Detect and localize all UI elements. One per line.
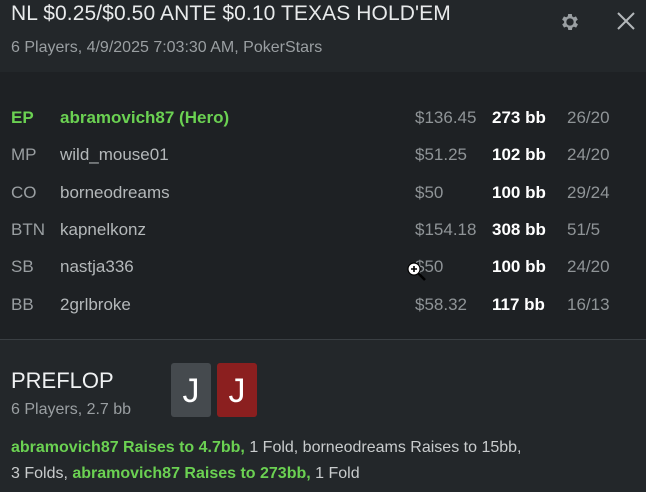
- player-row[interactable]: CO borneodreams $50 100 bb 29/24: [0, 175, 646, 212]
- player-name: 2grlbroke: [60, 294, 131, 314]
- hand-header: NL $0.25/$0.50 ANTE $0.10 TEXAS HOLD'EM …: [0, 0, 646, 72]
- hole-card-2: J: [217, 363, 257, 417]
- player-position: EP: [11, 108, 34, 127]
- player-stack-bb: 102 bb: [492, 145, 546, 165]
- player-name: kapnelkonz: [60, 219, 147, 239]
- player-row[interactable]: MP wild_mouse01 $51.25 102 bb 24/20: [0, 137, 646, 174]
- hero-action: abramovich87 Raises to 4.7bb,: [11, 439, 245, 456]
- player-position: BTN: [11, 219, 45, 239]
- player-stack: $58.32: [415, 294, 467, 314]
- player-stack: $50: [415, 182, 444, 202]
- action-text: 1 Fold, borneodreams Raises to 15bb,: [244, 439, 522, 456]
- player-row[interactable]: EP abramovich87 (Hero) $136.45 273 bb 26/20: [0, 100, 646, 137]
- hero-action: abramovich87 Raises to 273bb,: [72, 465, 311, 482]
- player-stats: 24/20: [567, 257, 610, 277]
- action-line-2: 3 Folds, abramovich87 Raises to 273bb, 1…: [11, 461, 631, 487]
- player-stack: $51.25: [415, 145, 467, 165]
- player-stats: 24/20: [567, 145, 610, 165]
- player-stats: 51/5: [567, 219, 601, 239]
- close-icon[interactable]: [614, 9, 638, 33]
- player-stack-bb: 273 bb: [492, 108, 546, 127]
- player-name: abramovich87 (Hero): [60, 108, 230, 127]
- zoom-cursor-icon: [407, 262, 426, 281]
- action-line-1: abramovich87 Raises to 4.7bb, 1 Fold, bo…: [11, 435, 631, 461]
- preflop-section: PREFLOP 6 Players, 2.7 bb J J abramovich…: [0, 340, 646, 492]
- hole-card-1: J: [171, 363, 211, 417]
- player-stats: 26/20: [567, 108, 610, 127]
- player-position: SB: [11, 257, 34, 277]
- player-row[interactable]: BB 2grlbroke $58.32 117 bb 16/13: [0, 287, 646, 324]
- player-position: MP: [11, 145, 37, 165]
- game-subtitle: 6 Players, 4/9/2025 7:03:30 AM, PokerSta…: [11, 39, 323, 56]
- players-table: EP abramovich87 (Hero) $136.45 273 bb 26/20 M…: [0, 72, 646, 339]
- player-stack-bb: 100 bb: [492, 182, 546, 202]
- player-stack-bb: 100 bb: [492, 257, 546, 277]
- player-name: borneodreams: [60, 182, 170, 202]
- action-summary: abramovich87 Raises to 4.7bb, 1 Fold, bo…: [11, 435, 631, 487]
- action-text: 3 Folds,: [11, 465, 73, 482]
- player-name: wild_mouse01: [60, 145, 169, 165]
- player-row[interactable]: SB nastja336 $50 100 bb 24/20: [0, 249, 646, 286]
- player-position: BB: [11, 294, 34, 314]
- action-text: 1 Fold: [310, 465, 360, 482]
- player-row[interactable]: BTN kapnelkonz $154.18 308 bb 51/5: [0, 212, 646, 249]
- street-subtitle: 6 Players, 2.7 bb: [11, 401, 132, 418]
- player-stack: $136.45: [415, 108, 477, 127]
- player-stats: 16/13: [567, 294, 610, 314]
- gear-icon[interactable]: [559, 11, 581, 33]
- game-title: NL $0.25/$0.50 ANTE $0.10 TEXAS HOLD'EM: [11, 2, 451, 25]
- player-stats: 29/24: [567, 182, 610, 202]
- player-stack-bb: 117 bb: [492, 294, 545, 314]
- player-stack: $154.18: [415, 219, 477, 239]
- player-position: CO: [11, 182, 37, 202]
- street-title: PREFLOP: [11, 368, 114, 393]
- player-stack-bb: 308 bb: [492, 219, 546, 239]
- player-name: nastja336: [60, 257, 134, 277]
